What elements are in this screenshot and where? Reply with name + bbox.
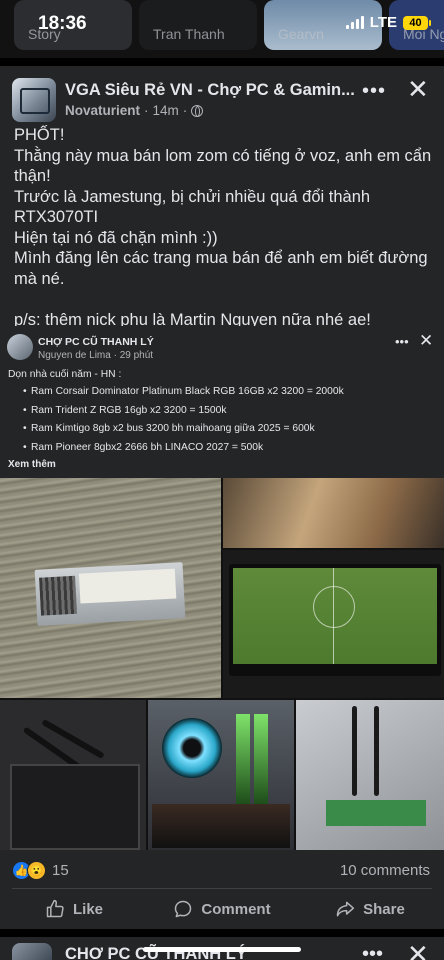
list-item: Ram Kimtigo 8gb x2 bus 3200 bh maihoang … (23, 423, 344, 442)
stories-strip: Story Tran Thanh Gearvn Moi Nga 18:36 LT… (0, 0, 444, 58)
next-group-avatar[interactable] (12, 943, 52, 960)
story-card[interactable]: Tran Thanh (139, 0, 257, 50)
action-bar: Like Comment Share (0, 890, 444, 928)
post-time[interactable]: 14m (153, 103, 179, 118)
shared-time: 29 phút (119, 350, 154, 361)
photo-wifi-card[interactable] (296, 700, 444, 850)
photo-motherboard[interactable] (0, 700, 146, 850)
story-label: Gearvn (278, 26, 324, 42)
list-item: Ram Corsair Dominator Platinum Black RGB… (23, 386, 344, 405)
close-icon[interactable]: ✕ (407, 939, 429, 960)
photo-sfp-module[interactable] (0, 478, 221, 698)
post-card: VGA Siêu Rẻ VN - Chợ PC & Gamin... Novat… (0, 66, 444, 929)
photo-pc-build[interactable] (148, 700, 294, 850)
post-line: Mình đăng lên các trang mua bán để anh e… (14, 249, 428, 288)
post-line: Thằng này mua bán lom zom có tiếng ở voz… (14, 146, 432, 186)
list-item: Ram Pioneer 8gbx2 2666 bh LINACO 2027 = … (23, 442, 344, 461)
post-line: Trước là Jamestung, bị chửi nhiều quá đổ… (14, 187, 371, 227)
share-arrow-icon (336, 901, 355, 917)
shared-meta: Nguyen de Lima · 29 phút (38, 350, 154, 361)
group-name[interactable]: VGA Siêu Rẻ VN - Chợ PC & Gamin... (65, 81, 355, 100)
group-avatar[interactable] (12, 78, 56, 122)
network-label: LTE (369, 14, 397, 31)
shared-author: Nguyen de Lima (38, 350, 111, 361)
comment-label: Comment (201, 900, 271, 918)
post-author[interactable]: Novaturient (65, 103, 140, 118)
signal-icon (345, 16, 364, 29)
battery-level: 40 (409, 16, 422, 29)
home-indicator (143, 947, 301, 952)
like-label: Like (72, 900, 103, 918)
post-line: PHỐT! (14, 126, 65, 144)
like-button[interactable]: Like (0, 890, 148, 928)
photo-wood-shavings[interactable] (223, 478, 444, 548)
post-text: PHỐT! Thằng này mua bán lom zom có tiếng… (14, 125, 434, 330)
photo-grid[interactable] (0, 478, 444, 850)
close-icon[interactable]: ✕ (407, 76, 429, 102)
shared-item-list: Ram Corsair Dominator Platinum Black RGB… (23, 386, 344, 460)
more-options-button[interactable]: ••• (362, 80, 386, 103)
comments-count[interactable]: 10 comments (340, 862, 430, 879)
list-item: Ram Trident Z RGB 16gb x2 3200 = 1500k (23, 405, 344, 424)
shared-more-icon: ••• (395, 334, 409, 349)
status-indicators: LTE 40 (345, 14, 431, 31)
story-label: Tran Thanh (153, 26, 225, 42)
shared-close-icon: ✕ (419, 331, 434, 350)
status-time: 18:36 (38, 13, 87, 34)
photo-monitor[interactable] (223, 550, 444, 698)
battery-icon: 40 (403, 15, 431, 30)
share-button[interactable]: Share (296, 890, 444, 928)
post-meta: Novaturient · 14m · (65, 103, 204, 118)
shared-group-name: CHỢ PC CŨ THANH LÝ (38, 336, 154, 348)
comment-button[interactable]: Comment (148, 890, 296, 928)
divider (12, 888, 432, 889)
shared-avatar (7, 334, 33, 360)
globe-icon (191, 104, 204, 117)
wow-reaction-icon: 😮 (27, 861, 46, 880)
shared-post-screenshot: CHỢ PC CŨ THANH LÝ Nguyen de Lima · 29 p… (0, 326, 444, 476)
see-more-label: Xem thêm (8, 459, 56, 470)
thumbs-up-icon (46, 899, 64, 918)
reaction-count: 15 (52, 862, 69, 879)
reaction-summary[interactable]: 👍 😮 15 (12, 861, 69, 880)
more-options-button[interactable]: ••• (362, 943, 383, 960)
share-label: Share (363, 900, 405, 918)
shared-intro: Dọn nhà cuối năm - HN : (8, 369, 122, 380)
comment-bubble-icon (175, 900, 192, 918)
post-line: Hiện tại nó đã chặn mình :)) (14, 228, 218, 247)
